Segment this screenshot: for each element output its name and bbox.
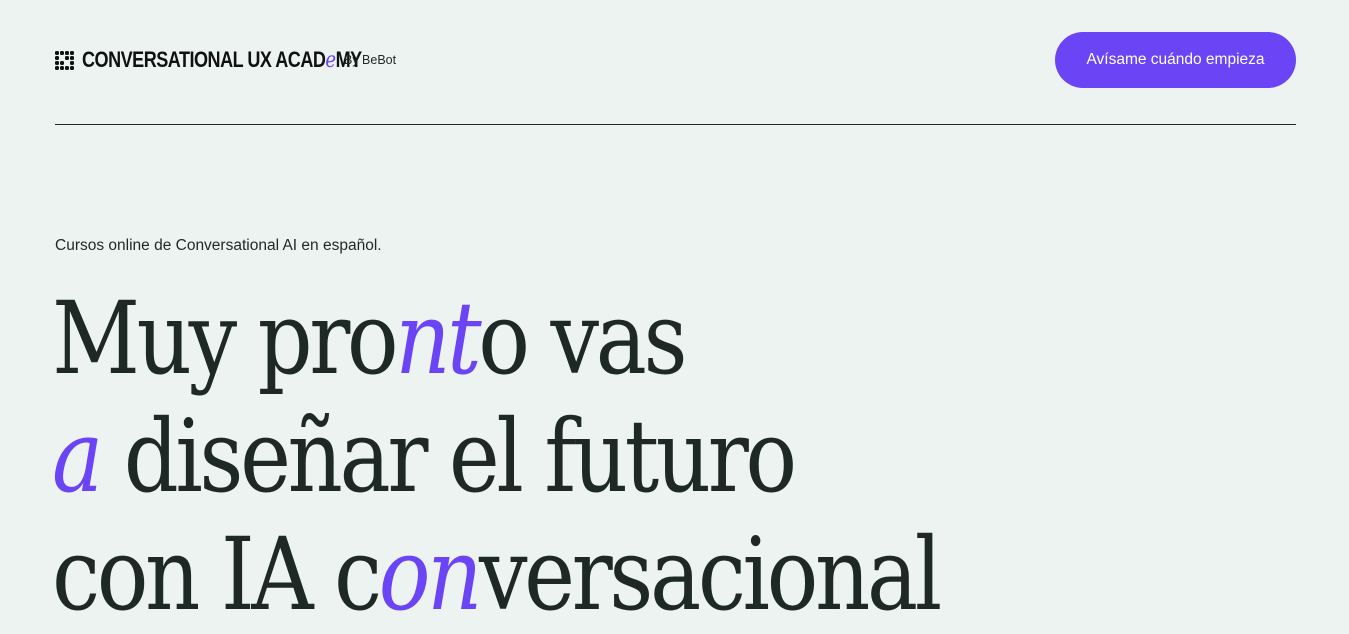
hero-tagline: Cursos online de Conversational AI en es… <box>55 237 382 254</box>
dot-grid-logo-icon <box>55 51 74 70</box>
brand-logo[interactable]: CONVERSATIONAL UX ACADeMY By BeBot <box>55 47 396 73</box>
site-header: CONVERSATIONAL UX ACADeMY By BeBot Avísa… <box>55 0 1296 125</box>
hero-headline: Muy pronto vas a diseñar el futuro con I… <box>52 280 942 634</box>
notify-me-button[interactable]: Avísame cuándo empieza <box>1055 32 1296 88</box>
headline-line-1: Muy pronto vas <box>52 280 688 397</box>
headline-line-3: con IA conversacional <box>52 516 942 633</box>
brand-byline: By BeBot <box>344 53 397 67</box>
headline-line-2: a diseñar el futuro <box>52 398 797 515</box>
brand-name: CONVERSATIONAL UX ACADeMY <box>82 47 362 73</box>
